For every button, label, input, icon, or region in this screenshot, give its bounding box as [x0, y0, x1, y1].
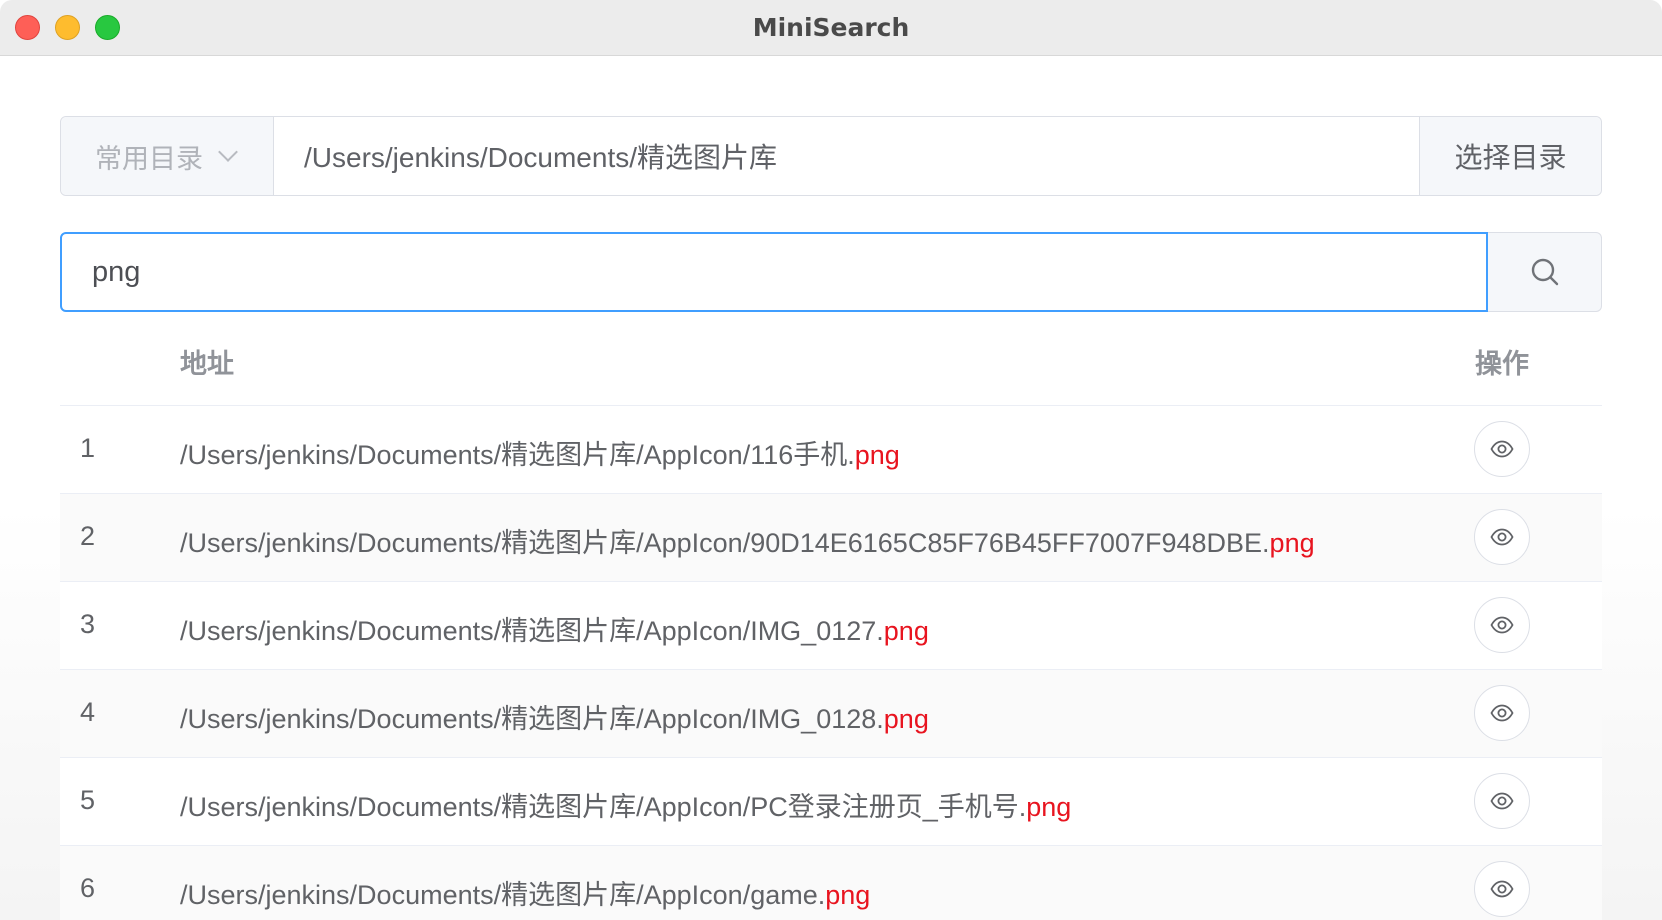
preview-button[interactable]: [1474, 597, 1530, 653]
row-index: 5: [80, 785, 96, 815]
file-path-prefix: /Users/jenkins/Documents/精选图片库/AppIcon/P…: [180, 792, 1027, 822]
eye-icon: [1490, 528, 1514, 546]
eye-icon: [1490, 704, 1514, 722]
search-input[interactable]: png: [60, 232, 1488, 312]
search-match-highlight: png: [1026, 792, 1072, 822]
table-body: 1/Users/jenkins/Documents/精选图片库/AppIcon/…: [60, 406, 1602, 920]
search-icon: [1531, 258, 1558, 286]
table-row[interactable]: 1/Users/jenkins/Documents/精选图片库/AppIcon/…: [60, 406, 1602, 494]
row-index: 3: [80, 609, 96, 639]
choose-directory-button[interactable]: 选择目录: [1419, 117, 1601, 195]
results-table: 地址 操作 1/Users/jenkins/Documents/精选图片库/Ap…: [60, 318, 1602, 920]
app-window: MiniSearch 常用目录 /Users/jenkins/Documents…: [0, 0, 1662, 920]
eye-icon: [1490, 792, 1514, 810]
chevron-down-icon: [218, 142, 238, 162]
preview-button[interactable]: [1474, 773, 1530, 829]
row-index: 1: [80, 433, 96, 463]
file-path-prefix: /Users/jenkins/Documents/精选图片库/AppIcon/1…: [180, 440, 855, 470]
file-path-prefix: /Users/jenkins/Documents/精选图片库/AppIcon/9…: [180, 528, 1270, 558]
row-index: 2: [80, 521, 96, 551]
search-match-highlight: png: [854, 440, 900, 470]
column-header-action: 操作: [1475, 349, 1529, 379]
search-match-highlight: png: [883, 616, 929, 646]
preview-button[interactable]: [1474, 509, 1530, 565]
file-path-prefix: /Users/jenkins/Documents/精选图片库/AppIcon/g…: [180, 880, 826, 910]
column-header-address: 地址: [180, 349, 234, 379]
row-file-path: /Users/jenkins/Documents/精选图片库/AppIcon/P…: [180, 785, 1071, 824]
table-row[interactable]: 4/Users/jenkins/Documents/精选图片库/AppIcon/…: [60, 670, 1602, 758]
eye-icon: [1490, 440, 1514, 458]
file-path-prefix: /Users/jenkins/Documents/精选图片库/AppIcon/I…: [180, 616, 884, 646]
common-directory-dropdown[interactable]: 常用目录: [61, 117, 274, 195]
directory-bar: 常用目录 /Users/jenkins/Documents/精选图片库 选择目录: [60, 116, 1602, 196]
table-row[interactable]: 5/Users/jenkins/Documents/精选图片库/AppIcon/…: [60, 758, 1602, 846]
preview-button[interactable]: [1474, 685, 1530, 741]
search-match-highlight: png: [1269, 528, 1315, 558]
table-row[interactable]: 3/Users/jenkins/Documents/精选图片库/AppIcon/…: [60, 582, 1602, 670]
table-row[interactable]: 2/Users/jenkins/Documents/精选图片库/AppIcon/…: [60, 494, 1602, 582]
table-row[interactable]: 6/Users/jenkins/Documents/精选图片库/AppIcon/…: [60, 846, 1602, 920]
row-file-path: /Users/jenkins/Documents/精选图片库/AppIcon/9…: [180, 521, 1315, 560]
search-bar: png: [60, 232, 1602, 312]
search-button[interactable]: [1488, 232, 1602, 312]
search-match-highlight: png: [825, 880, 871, 910]
table-header: 地址 操作: [60, 318, 1602, 406]
eye-icon: [1490, 880, 1514, 898]
preview-button[interactable]: [1474, 861, 1530, 917]
row-file-path: /Users/jenkins/Documents/精选图片库/AppIcon/I…: [180, 609, 929, 648]
row-file-path: /Users/jenkins/Documents/精选图片库/AppIcon/I…: [180, 697, 929, 736]
title-bar: MiniSearch: [0, 0, 1662, 56]
row-file-path: /Users/jenkins/Documents/精选图片库/AppIcon/1…: [180, 433, 900, 472]
window-title: MiniSearch: [752, 13, 910, 42]
directory-path-input[interactable]: /Users/jenkins/Documents/精选图片库: [274, 117, 1419, 195]
row-file-path: /Users/jenkins/Documents/精选图片库/AppIcon/g…: [180, 873, 870, 912]
row-index: 6: [80, 873, 96, 903]
file-path-prefix: /Users/jenkins/Documents/精选图片库/AppIcon/I…: [180, 704, 884, 734]
preview-button[interactable]: [1474, 421, 1530, 477]
search-match-highlight: png: [883, 704, 929, 734]
eye-icon: [1490, 616, 1514, 634]
row-index: 4: [80, 697, 96, 727]
common-directory-label: 常用目录: [95, 143, 203, 174]
